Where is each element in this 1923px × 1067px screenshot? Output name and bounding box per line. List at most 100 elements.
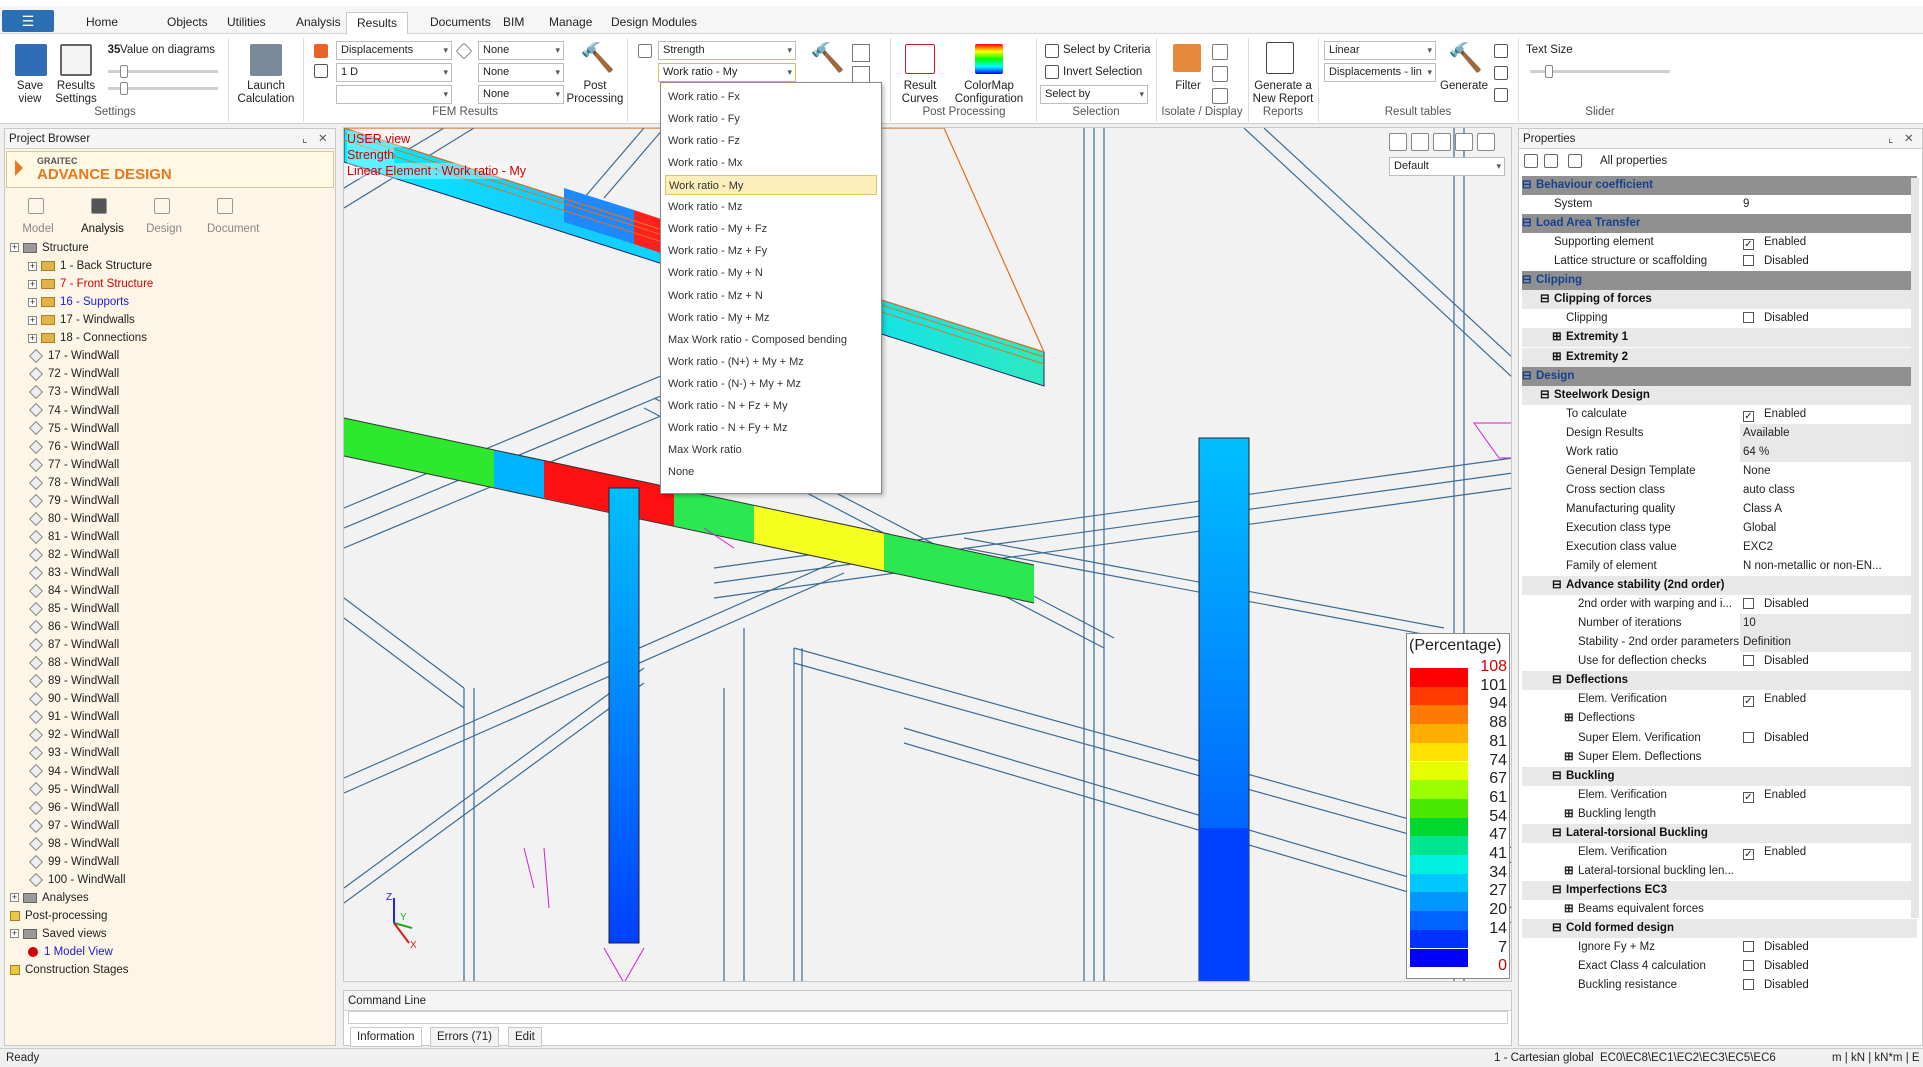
property-row[interactable]: Elem. Verification ✓ Enabled xyxy=(1522,786,1917,805)
tree-node[interactable]: 73 - WindWall xyxy=(28,383,119,401)
tree-node[interactable]: 80 - WindWall xyxy=(28,510,119,528)
checkbox[interactable] xyxy=(1743,598,1754,610)
property-value[interactable]: Disabled xyxy=(1743,938,1809,957)
properties-pin-icon[interactable]: ⌞ xyxy=(1888,130,1893,148)
isolate-icon[interactable] xyxy=(1212,44,1228,60)
checkbox[interactable]: ✓ xyxy=(1743,239,1754,251)
tab-analysis[interactable]: Analysis xyxy=(286,12,351,34)
property-row[interactable]: Manufacturing quality Class A xyxy=(1522,500,1917,519)
expand-icon[interactable]: ⊞ xyxy=(1564,748,1574,767)
tree-node[interactable]: 79 - WindWall xyxy=(28,492,119,510)
property-row[interactable]: ⊟ Load Area Transfer xyxy=(1522,214,1917,234)
table-option-icon-3[interactable] xyxy=(1494,88,1508,102)
property-row[interactable]: To calculate ✓ Enabled xyxy=(1522,405,1917,424)
table-option-icon-1[interactable] xyxy=(1494,44,1508,58)
tree-node[interactable]: 90 - WindWall xyxy=(28,690,119,708)
tree-node[interactable]: 93 - WindWall xyxy=(28,744,119,762)
dropdown-item[interactable]: Max Work ratio - Composed bending xyxy=(665,330,877,350)
property-value[interactable]: Disabled xyxy=(1743,595,1809,614)
property-row[interactable]: ⊟ Clipping xyxy=(1522,271,1917,291)
tree-node[interactable]: 17 - WindWall xyxy=(28,347,119,365)
tree-node[interactable]: +18 - Connections xyxy=(28,329,147,347)
property-value[interactable]: ✓ Enabled xyxy=(1743,786,1806,805)
view-style-combo[interactable]: Default xyxy=(1389,157,1505,176)
properties-filter[interactable]: All properties xyxy=(1600,152,1667,170)
mode-design-button[interactable]: Design xyxy=(144,220,184,238)
property-row[interactable]: Cross section class auto class xyxy=(1522,481,1917,500)
tree-node[interactable]: + Structure xyxy=(10,239,89,257)
tree-node[interactable]: + Saved views xyxy=(10,925,107,943)
property-value[interactable]: 64 % xyxy=(1740,442,1917,462)
dropdown-item[interactable]: Work ratio - Mz + Fy xyxy=(665,241,877,261)
property-row[interactable]: ⊞ Super Elem. Deflections xyxy=(1522,748,1917,767)
tree-node[interactable]: 99 - WindWall xyxy=(28,853,119,871)
tree-node[interactable]: Post-processing xyxy=(10,907,107,925)
dropdown-item[interactable]: Work ratio - (N+) + My + Mz xyxy=(665,352,877,372)
tree-node[interactable]: 96 - WindWall xyxy=(28,799,119,817)
cmd-tab-1[interactable]: Information xyxy=(350,1027,422,1047)
tree-node[interactable]: 89 - WindWall xyxy=(28,672,119,690)
dropdown-item[interactable]: Work ratio - My + Fz xyxy=(665,219,877,239)
expand-icon[interactable]: + xyxy=(28,279,37,289)
checkbox[interactable]: ✓ xyxy=(1743,410,1754,422)
tree-node[interactable]: 88 - WindWall xyxy=(28,654,119,672)
application-menu-button[interactable]: ☰ xyxy=(2,10,54,32)
property-value[interactable]: Disabled xyxy=(1743,652,1809,671)
dropdown-item[interactable]: Work ratio - Fx xyxy=(665,87,877,107)
tree-node[interactable]: 76 - WindWall xyxy=(28,438,119,456)
dropdown-item[interactable]: Work ratio - Mz + N xyxy=(665,286,877,306)
tree-node[interactable]: +7 - Front Structure xyxy=(28,275,153,293)
property-row[interactable]: Supporting element ✓ Enabled xyxy=(1522,233,1917,252)
property-value[interactable]: ✓ Enabled xyxy=(1743,233,1806,252)
colormap-configuration-button[interactable]: ColorMap Configuration xyxy=(946,80,1032,106)
property-row[interactable]: ⊞ Deflections xyxy=(1522,709,1917,728)
properties-scrollbar[interactable] xyxy=(1911,178,1919,918)
zoom-extents-icon[interactable] xyxy=(1433,133,1451,151)
sort-icon[interactable] xyxy=(1524,154,1538,168)
property-value[interactable]: ✓ Enabled xyxy=(1743,405,1806,424)
property-row[interactable]: Elem. Verification ✓ Enabled xyxy=(1522,843,1917,862)
property-row[interactable]: 2nd order with warping and i... Disabled xyxy=(1522,595,1917,614)
property-value[interactable]: Disabled xyxy=(1743,729,1809,748)
property-value[interactable]: Available xyxy=(1740,423,1917,443)
property-value[interactable]: Disabled xyxy=(1743,957,1809,976)
tree-node[interactable]: 92 - WindWall xyxy=(28,726,119,744)
property-value[interactable]: 10 xyxy=(1740,614,1917,634)
property-value[interactable]: ✓ Enabled xyxy=(1743,690,1806,709)
tree-node[interactable]: 77 - WindWall xyxy=(28,456,119,474)
hide-icon[interactable] xyxy=(1212,88,1228,104)
text-size-knob[interactable] xyxy=(1545,65,1553,78)
property-row[interactable]: ⊟ Steelwork Design xyxy=(1522,385,1917,405)
expand-icon[interactable]: ⊞ xyxy=(1564,709,1574,728)
fem-component-combo[interactable]: 1 D xyxy=(336,63,452,82)
property-row[interactable]: ⊞ Buckling length xyxy=(1522,805,1917,824)
property-row[interactable]: Work ratio 64 % xyxy=(1522,442,1917,462)
expand-icon[interactable]: ⊟ xyxy=(1552,576,1562,595)
tab-objects[interactable]: Objects xyxy=(157,12,218,34)
property-row[interactable]: ⊟ Advance stability (2nd order) xyxy=(1522,576,1917,595)
diagram-slider-1-knob[interactable] xyxy=(120,65,128,78)
property-row[interactable]: System 9 xyxy=(1522,195,1917,214)
property-row[interactable]: ⊞ Beams equivalent forces xyxy=(1522,900,1917,919)
property-row[interactable]: ⊞ Lateral-torsional buckling len... xyxy=(1522,862,1917,881)
property-row[interactable]: ⊟ Deflections xyxy=(1522,671,1917,691)
result-curves-button[interactable]: Result Curves xyxy=(895,80,945,106)
save-view-button[interactable]: Save view xyxy=(10,80,50,106)
property-value[interactable]: Disabled xyxy=(1743,252,1809,271)
expand-icon[interactable]: + xyxy=(28,333,37,343)
expand-icon[interactable]: ⊞ xyxy=(1552,348,1562,367)
categorize-icon[interactable] xyxy=(1544,154,1558,168)
property-row[interactable]: Design Results Available xyxy=(1522,423,1917,443)
dropdown-item[interactable]: Work ratio - Mz xyxy=(665,197,877,217)
tree-node[interactable]: +1 - Back Structure xyxy=(28,257,152,275)
tree-node[interactable]: 74 - WindWall xyxy=(28,402,119,420)
3d-viewport[interactable]: Y Z X xyxy=(343,127,1512,982)
tree-node[interactable]: 84 - WindWall xyxy=(28,582,119,600)
tree-node[interactable]: 94 - WindWall xyxy=(28,763,119,781)
property-value[interactable]: Disabled xyxy=(1743,976,1809,995)
tree-node[interactable]: Construction Stages xyxy=(10,961,129,979)
tab-bim[interactable]: BIM xyxy=(493,12,534,34)
expand-icon[interactable]: ⊞ xyxy=(1564,805,1574,824)
cmd-tab-3[interactable]: Edit xyxy=(508,1027,542,1047)
tree-node[interactable]: 95 - WindWall xyxy=(28,781,119,799)
